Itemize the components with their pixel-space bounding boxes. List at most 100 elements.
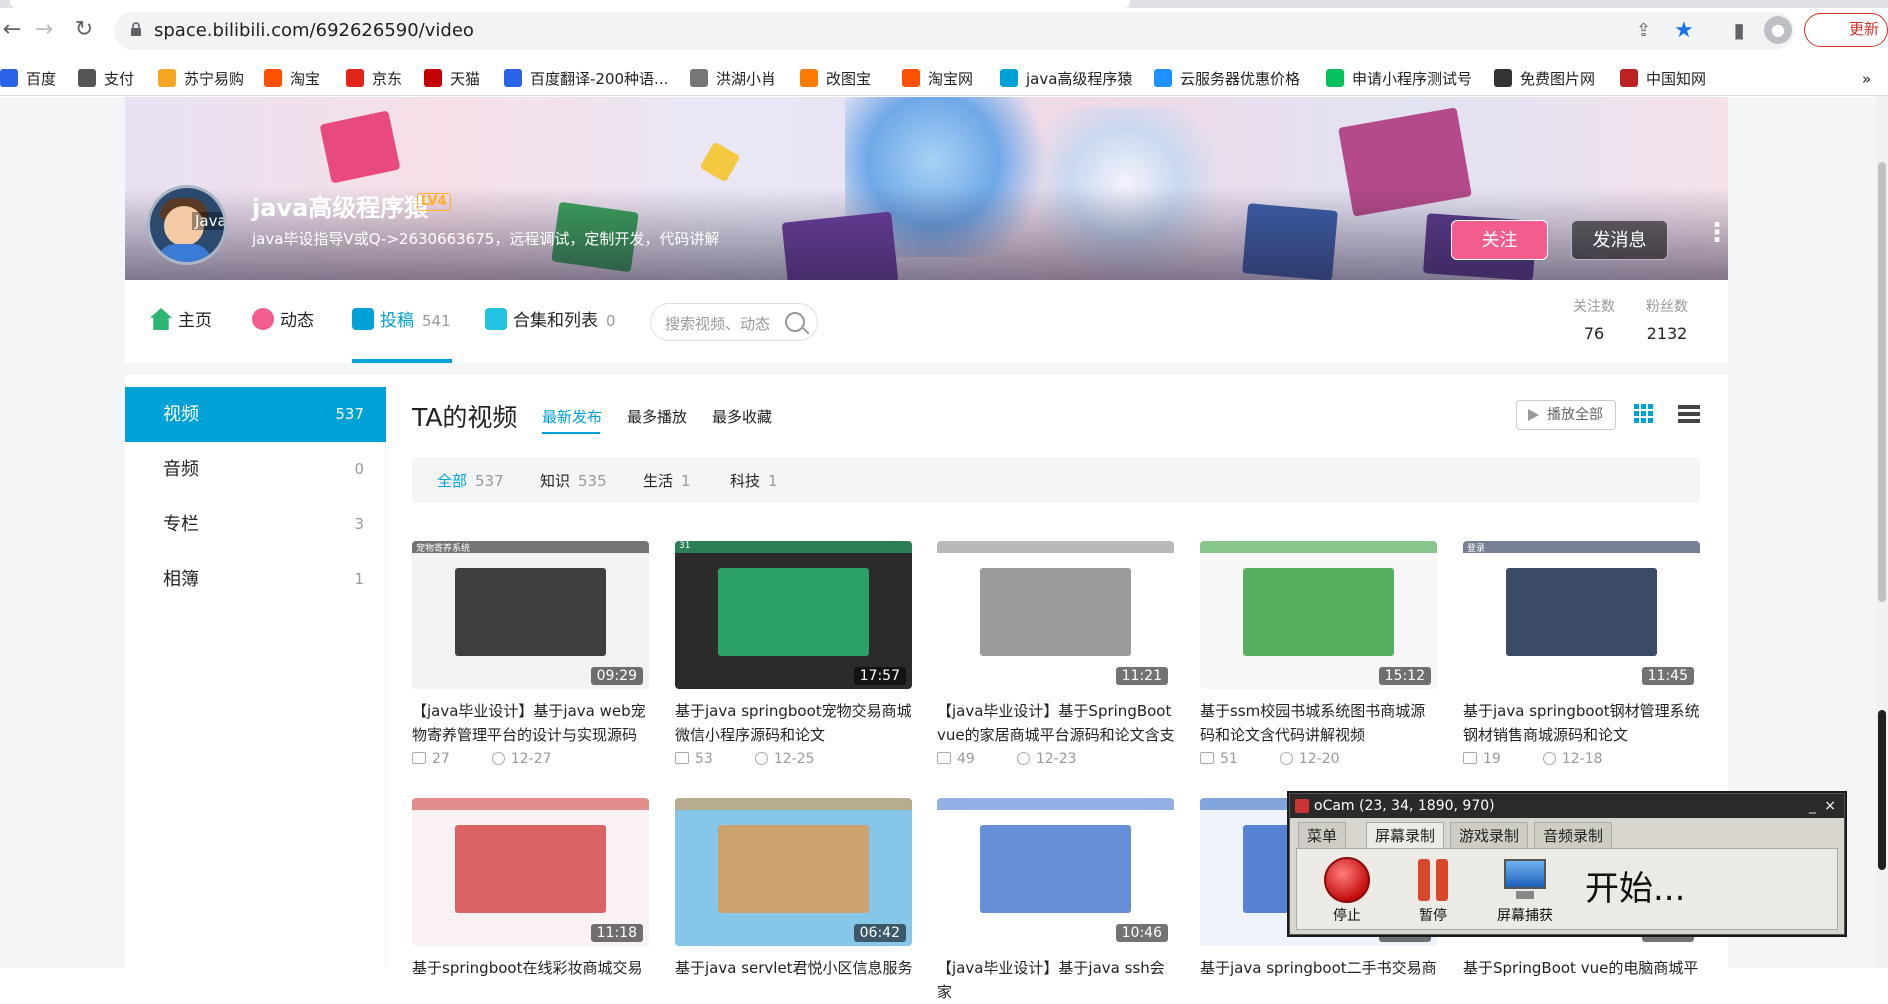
fans-stat[interactable]: 粉丝数 2132 — [1637, 296, 1697, 343]
video-thumbnail[interactable]: 15:12 — [1200, 541, 1437, 689]
address-bar[interactable]: space.bilibili.com/692626590/video ⇪ ★ — [114, 12, 1794, 50]
filter-chip[interactable]: 全部 537 — [437, 470, 504, 491]
grid-view-icon[interactable] — [1634, 404, 1654, 424]
bookmark-item[interactable]: 淘宝 — [264, 62, 320, 96]
bookmark-item[interactable]: 改图宝 — [800, 62, 871, 96]
profile-nav: 主页 动态 投稿 541 合集和列表 0 搜索视频、动态 关注数 76 粉丝数 2132 — [125, 280, 1728, 363]
video-title[interactable]: 基于SpringBoot vue的电脑商城平 — [1463, 956, 1703, 1004]
filter-label: 全部 — [437, 472, 468, 490]
video-title[interactable]: 【java毕业设计】基于java ssh会家 — [937, 956, 1177, 1004]
follow-button[interactable]: 关注 — [1451, 220, 1548, 260]
share-icon[interactable]: ⇪ — [1636, 20, 1651, 41]
filter-chip[interactable]: 知识 535 — [540, 470, 607, 491]
stop-button[interactable]: 停止 — [1317, 849, 1377, 925]
video-title[interactable]: 基于java springboot宠物交易商城微信小程序源码和论文 — [675, 699, 915, 747]
video-thumbnail[interactable]: 31 17:57 — [675, 541, 912, 689]
ocam-tab[interactable]: 音频录制 — [1534, 822, 1613, 848]
minimize-icon[interactable]: _ — [1809, 794, 1816, 818]
search-icon[interactable] — [785, 312, 805, 332]
update-button[interactable]: 更新 — [1804, 13, 1888, 47]
bookmark-item[interactable]: java高级程序猿 — [1000, 62, 1132, 96]
play-all-button[interactable]: 播放全部 — [1516, 400, 1616, 430]
profile-avatar-icon[interactable]: ● — [1764, 16, 1792, 44]
bookmark-label: 中国知网 — [1646, 70, 1707, 88]
sidebar-panel-icon[interactable]: ▮ — [1727, 18, 1751, 42]
tab-underline — [352, 359, 452, 363]
sort-most-favorited[interactable]: 最多收藏 — [712, 406, 772, 427]
message-button[interactable]: 发消息 — [1571, 220, 1668, 260]
avatar-text: Java — [192, 212, 224, 230]
url-text[interactable]: space.bilibili.com/692626590/video — [154, 20, 474, 41]
bookmark-item[interactable]: 京东 — [346, 62, 402, 96]
more-icon[interactable]: ⋮ — [1704, 220, 1730, 256]
list-view-icon[interactable] — [1678, 404, 1700, 424]
bookmarks-overflow-icon[interactable]: » — [1862, 62, 1871, 96]
sidebar-item[interactable]: 视频 537 — [125, 387, 386, 442]
following-stat[interactable]: 关注数 76 — [1564, 296, 1624, 343]
bookmark-label: 免费图片网 — [1520, 70, 1596, 88]
video-thumbnail[interactable]: 06:42 — [675, 798, 912, 946]
space-search[interactable]: 搜索视频、动态 — [650, 303, 818, 341]
tab-upload[interactable]: 投稿 541 — [352, 280, 451, 363]
forward-icon[interactable]: → — [32, 18, 56, 42]
bookmark-label: 苏宁易购 — [184, 70, 245, 88]
video-thumbnail[interactable]: 11:21 — [937, 541, 1174, 689]
bookmark-item[interactable]: 洪湖小肖 — [690, 62, 776, 96]
bookmark-item[interactable]: 淘宝网 — [902, 62, 973, 96]
pause-button[interactable]: 暂停 — [1403, 849, 1463, 925]
sidebar-item[interactable]: 相簿 1 — [125, 552, 386, 607]
video-thumbnail[interactable]: 宠物寄养系统 09:29 — [412, 541, 649, 689]
filter-chip[interactable]: 科技 1 — [730, 470, 778, 491]
video-title[interactable]: 基于ssm校园书城系统图书商城源码和论文含代码讲解视频 — [1200, 699, 1440, 747]
video-thumbnail[interactable]: 11:18 — [412, 798, 649, 946]
section-title: TA的视频 — [412, 403, 518, 432]
bookmark-star-icon[interactable]: ★ — [1674, 18, 1694, 43]
bookmark-item[interactable]: 百度 — [0, 62, 56, 96]
video-title[interactable]: 【java毕业设计】基于SpringBoot vue的家居商城平台源码和论文含支 — [937, 699, 1177, 747]
bookmark-item[interactable]: 申请小程序测试号 — [1326, 62, 1472, 96]
active-tab[interactable] — [10, 0, 1130, 8]
thumbnail-header — [675, 798, 912, 810]
video-title[interactable]: 基于springboot在线彩妆商城交易 — [412, 956, 652, 1004]
sidebar-item[interactable]: 音频 0 — [125, 442, 386, 497]
video-duration: 10:46 — [1115, 924, 1168, 942]
upload-date: 12-25 — [773, 751, 815, 767]
video-thumbnail[interactable]: 登录 11:45 — [1463, 541, 1700, 689]
filter-count: 1 — [681, 472, 691, 490]
bookmark-item[interactable]: 中国知网 — [1620, 62, 1706, 96]
ocam-tab[interactable]: 屏幕录制 — [1366, 822, 1445, 848]
scrollbar-thumb[interactable] — [1878, 162, 1886, 602]
bookmark-item[interactable]: 天猫 — [424, 62, 480, 96]
page-scrollbar[interactable] — [1876, 96, 1888, 968]
tab-home[interactable]: 主页 — [150, 280, 212, 363]
reload-icon[interactable]: ↻ — [72, 18, 96, 42]
video-title[interactable]: 基于java springboot二手书交易商 — [1200, 956, 1440, 1004]
ocam-tab[interactable]: 菜单 — [1298, 822, 1347, 848]
sidebar-item[interactable]: 专栏 3 — [125, 497, 386, 552]
video-thumbnail[interactable]: 10:46 — [937, 798, 1174, 946]
bookmark-item[interactable]: 苏宁易购 — [158, 62, 244, 96]
bookmark-item[interactable]: 免费图片网 — [1494, 62, 1595, 96]
user-avatar[interactable]: Java — [147, 185, 227, 265]
filter-chip[interactable]: 生活 1 — [643, 470, 691, 491]
tab-collection[interactable]: 合集和列表 0 — [485, 280, 616, 363]
screen-capture-button[interactable]: 屏幕捕获 — [1485, 849, 1565, 925]
username[interactable]: java高级程序猿 — [252, 188, 428, 223]
bookmark-item[interactable]: 支付 — [78, 62, 134, 96]
video-title[interactable]: 【java毕业设计】基于java web宠物寄养管理平台的设计与实现源码 — [412, 699, 652, 747]
bookmark-label: 天猫 — [450, 70, 481, 88]
bookmark-item[interactable]: 云服务器优惠价格 — [1154, 62, 1300, 96]
ocam-tab[interactable]: 游戏录制 — [1450, 822, 1529, 848]
back-icon[interactable]: ← — [0, 18, 24, 42]
video-title[interactable]: 基于java springboot钢材管理系统钢材销售商城源码和论文 — [1463, 699, 1703, 747]
sort-most-played[interactable]: 最多播放 — [627, 406, 687, 427]
ocam-panel: 停止 暂停 屏幕捕获 开始... — [1296, 848, 1838, 930]
video-title[interactable]: 基于java servlet君悦小区信息服务 — [675, 956, 915, 1004]
ocam-title: oCam (23, 34, 1890, 970) — [1314, 798, 1495, 814]
close-icon[interactable]: × — [1824, 794, 1836, 818]
bookmark-favicon-icon — [1154, 69, 1172, 87]
tab-dynamic[interactable]: 动态 — [252, 280, 314, 363]
bookmark-item[interactable]: 百度翻译-200种语... — [504, 62, 668, 96]
sort-latest[interactable]: 最新发布 — [542, 406, 602, 427]
play-count-icon — [1463, 752, 1477, 764]
